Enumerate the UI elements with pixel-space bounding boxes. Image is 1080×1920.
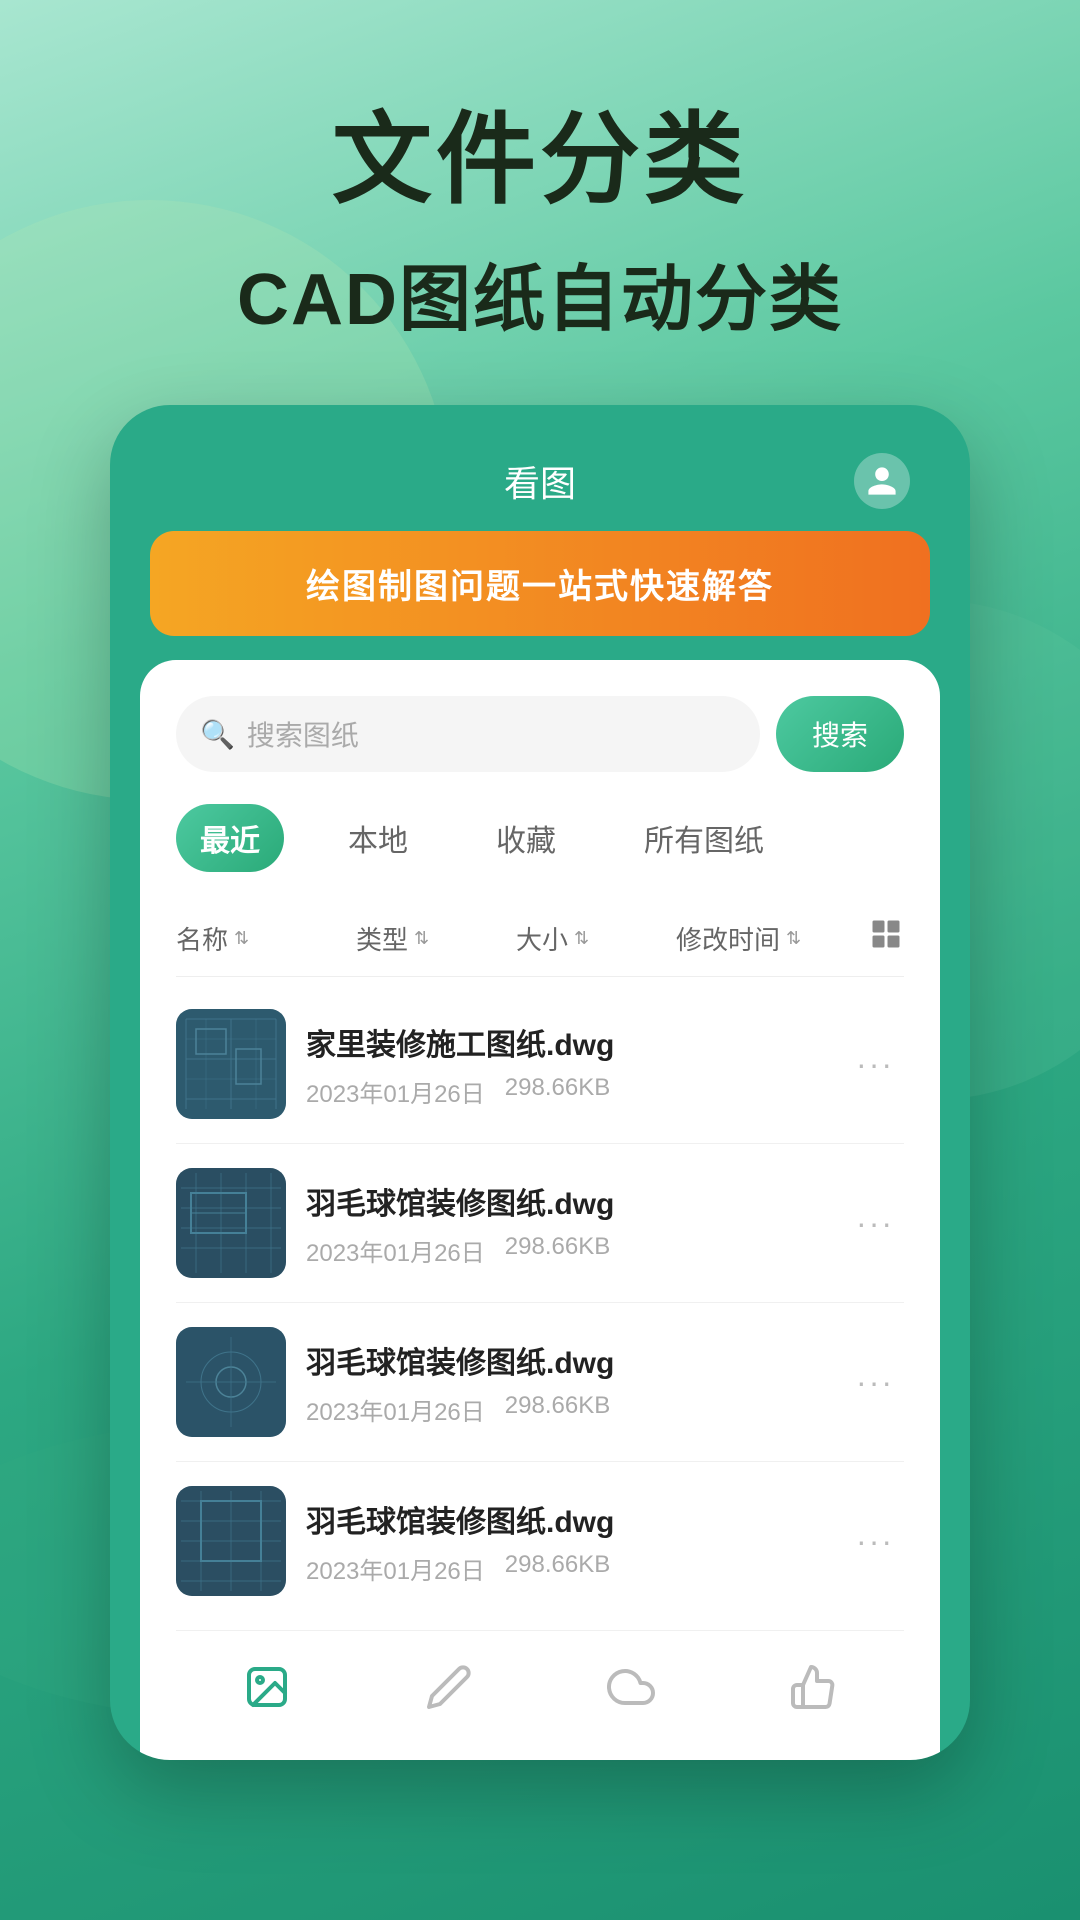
search-placeholder-text: 搜索图纸 (247, 714, 359, 754)
nav-thumb[interactable] (757, 1651, 869, 1723)
cloud-icon (605, 1661, 657, 1713)
file-item[interactable]: 羽毛球馆装修图纸.dwg 2023年01月26日 298.66KB ··· (176, 1144, 904, 1303)
nav-cloud[interactable] (575, 1651, 687, 1723)
user-icon (865, 464, 899, 498)
file-info: 羽毛球馆装修图纸.dwg 2023年01月26日 298.66KB (306, 1338, 826, 1427)
search-icon: 🔍 (200, 718, 235, 751)
file-size: 298.66KB (505, 1392, 610, 1427)
file-name: 羽毛球馆装修图纸.dwg (306, 1338, 826, 1382)
nav-gallery[interactable] (211, 1651, 323, 1723)
file-date: 2023年01月26日 (306, 1392, 485, 1427)
file-item[interactable]: 羽毛球馆装修图纸.dwg 2023年01月26日 298.66KB ··· (176, 1462, 904, 1620)
file-name: 家里装修施工图纸.dwg (306, 1020, 826, 1064)
tab-favorite[interactable]: 收藏 (472, 804, 580, 872)
gallery-icon (241, 1661, 293, 1713)
file-info: 羽毛球馆装修图纸.dwg 2023年01月26日 298.66KB (306, 1179, 826, 1268)
tab-local[interactable]: 本地 (324, 804, 432, 872)
tab-all[interactable]: 所有图纸 (620, 804, 788, 872)
file-thumbnail (176, 1009, 286, 1119)
sort-by-name[interactable]: 名称 ⇅ (176, 920, 356, 957)
file-item[interactable]: 羽毛球馆装修图纸.dwg 2023年01月26日 298.66KB ··· (176, 1303, 904, 1462)
promo-banner[interactable]: 绘图制图问题一站式快速解答 (150, 531, 930, 636)
nav-edit[interactable] (393, 1651, 505, 1723)
sort-by-size[interactable]: 大小 ⇅ (516, 920, 676, 957)
file-meta: 2023年01月26日 298.66KB (306, 1233, 826, 1268)
file-size: 298.66KB (505, 1551, 610, 1586)
tab-bar: 最近 本地 收藏 所有图纸 (176, 804, 904, 872)
file-meta: 2023年01月26日 298.66KB (306, 1074, 826, 1109)
file-info: 家里装修施工图纸.dwg 2023年01月26日 298.66KB (306, 1020, 826, 1109)
edit-icon (423, 1661, 475, 1713)
file-size: 298.66KB (505, 1233, 610, 1268)
banner-text: 绘图制图问题一站式快速解答 (306, 568, 774, 606)
file-thumbnail (176, 1327, 286, 1437)
search-bar: 🔍 搜索图纸 搜索 (176, 696, 904, 772)
file-meta: 2023年01月26日 298.66KB (306, 1392, 826, 1427)
file-name: 羽毛球馆装修图纸.dwg (306, 1179, 826, 1223)
file-size: 298.66KB (505, 1074, 610, 1109)
sort-by-type[interactable]: 类型 ⇅ (356, 920, 516, 957)
sort-modified-arrow: ⇅ (786, 928, 801, 949)
title-section: 文件分类 CAD图纸自动分类 (0, 0, 1080, 345)
file-list: 家里装修施工图纸.dwg 2023年01月26日 298.66KB ··· (176, 985, 904, 1620)
sort-size-arrow: ⇅ (574, 928, 589, 949)
file-name: 羽毛球馆装修图纸.dwg (306, 1497, 826, 1541)
sort-by-modified[interactable]: 修改时间 ⇅ (676, 920, 868, 957)
file-date: 2023年01月26日 (306, 1233, 485, 1268)
sort-bar: 名称 ⇅ 类型 ⇅ 大小 ⇅ 修改时间 ⇅ (176, 900, 904, 977)
file-date: 2023年01月26日 (306, 1551, 485, 1586)
sub-title: CAD图纸自动分类 (0, 240, 1080, 345)
file-item[interactable]: 家里装修施工图纸.dwg 2023年01月26日 298.66KB ··· (176, 985, 904, 1144)
thumb-icon (787, 1661, 839, 1713)
sort-name-arrow: ⇅ (234, 928, 249, 949)
tab-recent[interactable]: 最近 (176, 804, 284, 872)
file-more-button[interactable]: ··· (846, 1036, 904, 1093)
avatar-button[interactable] (854, 453, 910, 509)
bottom-nav (176, 1630, 904, 1753)
file-more-button[interactable]: ··· (846, 1513, 904, 1570)
file-date: 2023年01月26日 (306, 1074, 485, 1109)
grid-view-icon[interactable] (868, 916, 904, 960)
file-thumbnail (176, 1486, 286, 1596)
file-thumbnail (176, 1168, 286, 1278)
search-input-wrapper[interactable]: 🔍 搜索图纸 (176, 696, 760, 772)
file-more-button[interactable]: ··· (846, 1195, 904, 1252)
app-title: 看图 (504, 455, 576, 507)
main-title: 文件分类 (0, 100, 1080, 220)
sort-type-arrow: ⇅ (414, 928, 429, 949)
phone-mockup: 看图 绘图制图问题一站式快速解答 🔍 搜索图纸 搜索 最近 本地 收藏 所有图纸 (110, 405, 970, 1760)
file-meta: 2023年01月26日 298.66KB (306, 1551, 826, 1586)
content-area: 🔍 搜索图纸 搜索 最近 本地 收藏 所有图纸 名称 ⇅ 类型 ⇅ 大小 ⇅ (140, 660, 940, 1760)
search-button[interactable]: 搜索 (776, 696, 904, 772)
file-info: 羽毛球馆装修图纸.dwg 2023年01月26日 298.66KB (306, 1497, 826, 1586)
app-header: 看图 (140, 435, 940, 531)
file-more-button[interactable]: ··· (846, 1354, 904, 1411)
